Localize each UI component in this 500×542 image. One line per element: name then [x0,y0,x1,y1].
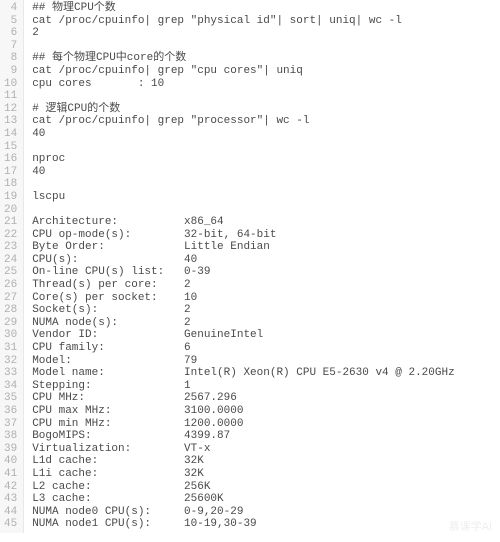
code-line: On-line CPU(s) list: 0-39 [32,266,454,279]
line-number: 36 [4,405,17,418]
line-number: 12 [4,103,17,116]
code-line: CPU min MHz: 1200.0000 [32,418,454,431]
line-number: 8 [4,52,17,65]
line-number: 39 [4,443,17,456]
code-line: L2 cache: 256K [32,481,454,494]
code-line: L1d cache: 32K [32,455,454,468]
line-number: 6 [4,27,17,40]
line-number: 30 [4,329,17,342]
code-line: cat /proc/cpuinfo| grep "physical id"| s… [32,15,454,28]
code-line: Byte Order: Little Endian [32,241,454,254]
code-line: CPU max MHz: 3100.0000 [32,405,454,418]
line-number: 24 [4,254,17,267]
line-number: 9 [4,65,17,78]
watermark-text: 慕课学AI [449,518,492,534]
line-number: 44 [4,506,17,519]
code-line: NUMA node1 CPU(s): 10-19,30-39 [32,518,454,531]
line-number: 5 [4,15,17,28]
code-line [32,178,454,191]
code-line: lscpu [32,191,454,204]
code-line: BogoMIPS: 4399.87 [32,430,454,443]
code-line: CPU(s): 40 [32,254,454,267]
code-line: ## 物理CPU个数 [32,2,454,15]
line-number: 33 [4,367,17,380]
line-number: 26 [4,279,17,292]
code-line: NUMA node(s): 2 [32,317,454,330]
code-line [32,90,454,103]
line-number: 27 [4,292,17,305]
code-line: cat /proc/cpuinfo| grep "processor"| wc … [32,115,454,128]
code-line: L1i cache: 32K [32,468,454,481]
line-number: 16 [4,153,17,166]
line-number: 32 [4,355,17,368]
code-block: 4567891011121314151617181920212223242526… [0,0,500,533]
code-line: Model: 79 [32,355,454,368]
line-number: 45 [4,518,17,531]
line-number: 13 [4,115,17,128]
code-line: 2 [32,27,454,40]
line-number: 41 [4,468,17,481]
code-line: Socket(s): 2 [32,304,454,317]
line-number: 31 [4,342,17,355]
line-number: 18 [4,178,17,191]
code-line: CPU op-mode(s): 32-bit, 64-bit [32,229,454,242]
code-line: Stepping: 1 [32,380,454,393]
line-number: 35 [4,392,17,405]
code-line: L3 cache: 25600K [32,493,454,506]
code-line: cat /proc/cpuinfo| grep "cpu cores"| uni… [32,65,454,78]
line-number: 19 [4,191,17,204]
line-number: 38 [4,430,17,443]
code-line: 40 [32,128,454,141]
line-number: 42 [4,481,17,494]
line-number: 22 [4,229,17,242]
code-line: CPU MHz: 2567.296 [32,392,454,405]
line-number: 40 [4,455,17,468]
line-number: 43 [4,493,17,506]
line-number: 10 [4,78,17,91]
code-line: ## 每个物理CPU中core的个数 [32,52,454,65]
code-lines: ## 物理CPU个数cat /proc/cpuinfo| grep "physi… [24,0,454,533]
code-line [32,141,454,154]
code-line: NUMA node0 CPU(s): 0-9,20-29 [32,506,454,519]
code-line: Model name: Intel(R) Xeon(R) CPU E5-2630… [32,367,454,380]
code-line: Vendor ID: GenuineIntel [32,329,454,342]
code-line [32,40,454,53]
line-number: 23 [4,241,17,254]
line-number: 28 [4,304,17,317]
line-number: 11 [4,90,17,103]
code-line: # 逻辑CPU的个数 [32,103,454,116]
code-line: CPU family: 6 [32,342,454,355]
code-line: 40 [32,166,454,179]
line-number: 7 [4,40,17,53]
code-line: cpu cores : 10 [32,78,454,91]
code-line: Thread(s) per core: 2 [32,279,454,292]
line-number: 14 [4,128,17,141]
line-number: 20 [4,204,17,217]
code-line: Architecture: x86_64 [32,216,454,229]
line-number-gutter: 4567891011121314151617181920212223242526… [0,0,24,533]
line-number: 15 [4,141,17,154]
line-number: 29 [4,317,17,330]
code-line [32,204,454,217]
code-line: Virtualization: VT-x [32,443,454,456]
line-number: 21 [4,216,17,229]
code-line: nproc [32,153,454,166]
line-number: 25 [4,266,17,279]
line-number: 34 [4,380,17,393]
line-number: 4 [4,2,17,15]
line-number: 17 [4,166,17,179]
code-line: Core(s) per socket: 10 [32,292,454,305]
line-number: 37 [4,418,17,431]
